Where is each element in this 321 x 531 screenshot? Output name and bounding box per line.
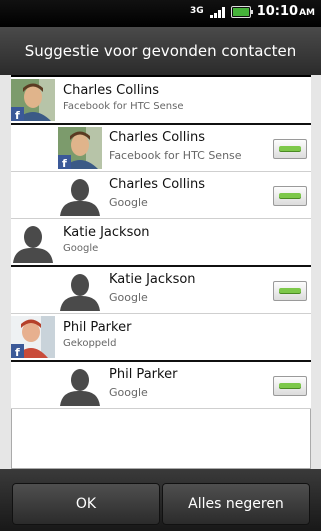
signal-icon <box>209 6 225 18</box>
contact-source: Facebook for HTC Sense <box>109 149 242 162</box>
suggested-contacts-list[interactable]: f Charles Collins Facebook for HTC Sense… <box>11 75 311 469</box>
contact-source: Facebook for HTC Sense <box>63 101 184 112</box>
contact-photo <box>58 269 102 311</box>
bottom-action-bar: OK Alles negeren <box>0 469 321 531</box>
status-bar: 3G 10:10AM <box>0 0 321 27</box>
contact-photo <box>58 174 102 216</box>
contact-photo: f <box>11 316 55 358</box>
contact-source: Gekoppeld <box>63 338 117 349</box>
contact-name: Phil Parker <box>63 320 132 335</box>
svg-text:f: f <box>15 346 20 358</box>
contact-photo: f <box>58 127 102 169</box>
contact-group-row[interactable]: f Phil Parker Gekoppeld <box>11 314 311 362</box>
contact-photo: f <box>11 79 55 121</box>
contact-name: Katie Jackson <box>63 225 150 240</box>
contact-source: Google <box>109 196 148 209</box>
contact-photo <box>11 221 55 263</box>
contact-group-row[interactable]: Katie Jackson Google <box>11 219 311 267</box>
contact-name: Katie Jackson <box>109 272 196 287</box>
link-toggle[interactable] <box>273 186 307 206</box>
contact-source: Google <box>63 243 99 254</box>
contact-suggestion-row[interactable]: f Charles Collins Facebook for HTC Sense <box>11 125 311 172</box>
link-toggle[interactable] <box>273 139 307 159</box>
contact-group-row[interactable]: f Charles Collins Facebook for HTC Sense <box>11 77 311 125</box>
contact-name: Charles Collins <box>109 177 206 192</box>
clock: 10:10AM <box>256 4 315 19</box>
contact-photo <box>58 364 102 406</box>
svg-text:f: f <box>15 109 20 121</box>
ok-button[interactable]: OK <box>12 483 160 525</box>
contact-suggestion-row[interactable]: Katie Jackson Google <box>11 267 311 314</box>
link-toggle[interactable] <box>273 376 307 396</box>
dialog-title: Suggestie voor gevonden contacten <box>0 27 321 75</box>
link-toggle[interactable] <box>273 281 307 301</box>
contact-suggestion-row[interactable]: Phil Parker Google <box>11 362 311 409</box>
contact-name: Charles Collins <box>109 130 206 145</box>
screen: 3G 10:10AM Suggestie voor gevonden conta… <box>0 0 321 531</box>
svg-text:f: f <box>62 157 67 169</box>
ignore-all-button[interactable]: Alles negeren <box>162 483 310 525</box>
battery-icon <box>230 5 253 18</box>
contact-suggestion-row[interactable]: Charles Collins Google <box>11 172 311 219</box>
contact-source: Google <box>109 291 148 304</box>
contact-name: Charles Collins <box>63 83 160 98</box>
contact-source: Google <box>109 386 148 399</box>
network-type-icon: 3G <box>190 6 204 16</box>
contact-name: Phil Parker <box>109 367 178 382</box>
